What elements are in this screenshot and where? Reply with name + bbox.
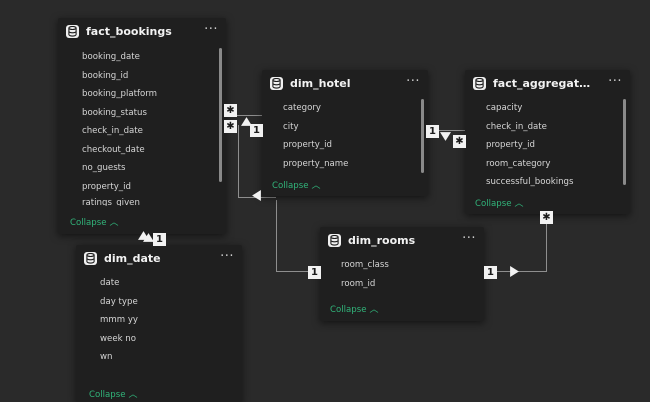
field-item[interactable]: property_id [262,136,428,155]
cardinality-many-marker: ✱ [224,104,237,117]
table-header[interactable]: dim_hotel ··· [262,70,428,100]
field-item[interactable]: checkout_date [58,141,226,160]
table-card-dim-hotel[interactable]: dim_hotel ··· category city property_id … [262,70,428,196]
relationship-line-rooms-segment-v[interactable] [276,200,277,272]
table-card-dim-rooms[interactable]: dim_rooms ··· room_class room_id Collaps… [320,227,484,321]
field-item[interactable]: ratings_given [58,196,226,206]
field-item[interactable]: capacity [465,99,630,118]
field-item[interactable]: booking_platform [58,85,226,104]
database-icon [473,77,486,90]
collapse-button[interactable]: Collapse ︿ [70,215,119,228]
field-item[interactable]: booking_id [58,67,226,86]
field-list: date day type mmm yy week no wn [76,274,242,367]
field-item[interactable]: city [262,118,428,137]
collapse-label: Collapse [272,181,309,191]
field-item[interactable]: property_id [58,178,226,197]
filter-direction-icon [440,132,451,141]
table-title: fact_bookings [86,25,172,38]
more-icon[interactable]: ··· [608,74,622,89]
filter-direction-icon [510,266,519,277]
more-icon[interactable]: ··· [204,22,218,37]
field-item[interactable]: room_id [320,275,484,294]
field-item[interactable]: week no [76,330,242,349]
field-item[interactable]: booking_status [58,104,226,123]
model-canvas[interactable]: fact_bookings ··· booking_date booking_i… [0,0,650,402]
field-item[interactable]: mmm yy [76,311,242,330]
chevron-up-icon: ︿ [311,181,321,191]
field-item[interactable]: day type [76,293,242,312]
cardinality-one-marker: 1 [484,266,497,279]
table-header[interactable]: dim_rooms ··· [320,227,484,257]
collapse-label: Collapse [70,218,107,228]
table-title: fact_aggregated_booki... [493,77,594,90]
scrollbar[interactable] [219,48,222,182]
cardinality-one-marker: 1 [308,266,321,279]
table-card-fact-bookings[interactable]: fact_bookings ··· booking_date booking_i… [58,18,226,234]
field-item[interactable]: booking_date [58,48,226,67]
database-icon [84,252,97,265]
cardinality-one-marker: 1 [426,125,439,138]
more-icon[interactable]: ··· [462,231,476,246]
cardinality-one-marker: 1 [250,124,263,137]
chevron-up-icon: ︿ [128,390,138,400]
field-item[interactable]: successful_bookings [465,173,630,192]
table-header[interactable]: dim_date ··· [76,245,242,275]
table-title: dim_rooms [348,234,416,247]
field-item[interactable]: check_in_date [465,118,630,137]
field-item[interactable]: category [262,99,428,118]
collapse-label: Collapse [475,199,512,209]
cardinality-many-marker: ✱ [540,211,553,224]
table-header[interactable]: fact_bookings ··· [58,18,226,48]
field-item[interactable]: room_class [320,256,484,275]
more-icon[interactable]: ··· [406,74,420,89]
field-item[interactable]: room_category [465,155,630,174]
collapse-button[interactable]: Collapse ︿ [89,387,138,400]
scrollbar[interactable] [623,99,626,185]
table-card-dim-date[interactable]: dim_date ··· date day type mmm yy week n… [76,245,242,402]
database-icon [328,234,341,247]
chevron-up-icon: ︿ [109,218,119,228]
collapse-button[interactable]: Collapse ︿ [330,302,379,315]
table-title: dim_hotel [290,77,351,90]
database-icon [66,25,79,38]
collapse-label: Collapse [330,305,367,315]
field-item[interactable]: check_in_date [58,122,226,141]
table-card-fact-aggregated-bookings[interactable]: fact_aggregated_booki... ··· capacity ch… [465,70,630,214]
table-header[interactable]: fact_aggregated_booki... ··· [465,70,630,100]
field-list: room_class room_id [320,256,484,293]
collapse-button[interactable]: Collapse ︿ [475,196,524,209]
field-list: capacity check_in_date property_id room_… [465,99,630,192]
table-title: dim_date [104,252,161,265]
more-icon[interactable]: ··· [220,249,234,264]
field-item[interactable]: no_guests [58,159,226,178]
field-item[interactable]: property_name [262,155,428,174]
cardinality-many-marker: ✱ [453,135,466,148]
scrollbar[interactable] [421,99,424,173]
field-item[interactable]: wn [76,348,242,367]
field-item[interactable]: date [76,274,242,293]
relationship-line-rooms-link[interactable] [238,125,239,197]
filter-direction-icon [252,190,261,201]
chevron-up-icon: ︿ [514,199,524,209]
cardinality-one-marker: 1 [153,233,166,246]
field-item[interactable]: property_id [465,136,630,155]
database-icon [270,77,283,90]
field-list: booking_date booking_id booking_platform… [58,48,226,206]
chevron-up-icon: ︿ [369,305,379,315]
collapse-button[interactable]: Collapse ︿ [272,178,321,191]
cardinality-many-marker: ✱ [224,120,237,133]
field-list: category city property_id property_name [262,99,428,173]
collapse-label: Collapse [89,390,126,400]
